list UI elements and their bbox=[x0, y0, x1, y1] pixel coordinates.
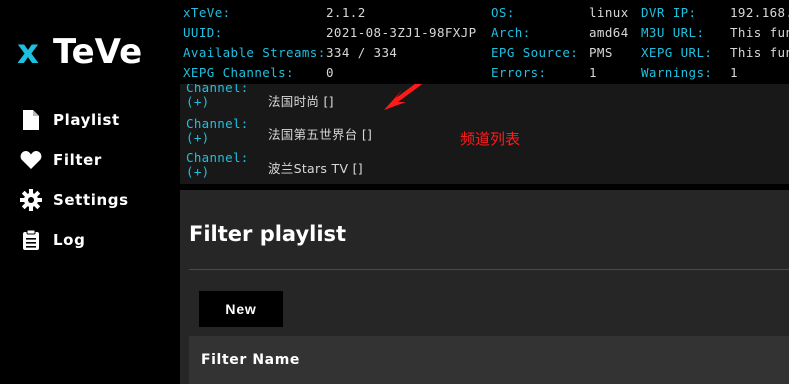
status-value: 2.1.2 bbox=[326, 5, 366, 20]
heart-icon bbox=[20, 149, 42, 171]
status-value: 1 bbox=[589, 65, 597, 80]
column-header-filter-name[interactable]: Filter Name bbox=[201, 352, 300, 368]
status-value: 0 bbox=[326, 65, 334, 80]
status-panel: xTeVe: 2.1.2 UUID: 2021-08-3ZJ1-98FXJP A… bbox=[180, 0, 789, 84]
status-key: Warnings: bbox=[641, 65, 713, 80]
logo-text: TeVe bbox=[52, 32, 143, 72]
status-key: EPG Source: bbox=[491, 45, 579, 60]
status-key: Errors: bbox=[491, 65, 547, 80]
status-value: 192.168. bbox=[730, 5, 789, 20]
channel-list: Channel: (+) 法国时尚 [] Channel: (+) 法国第五世界… bbox=[180, 84, 789, 184]
status-value: This fun bbox=[730, 45, 789, 60]
status-key: XEPG URL: bbox=[641, 45, 713, 60]
status-value: PMS bbox=[589, 45, 613, 60]
status-key: UUID: bbox=[183, 25, 223, 40]
logo-x: x bbox=[17, 32, 39, 72]
status-key: Available Streams: bbox=[183, 45, 326, 60]
channel-name: 波兰Stars TV [] bbox=[268, 161, 363, 176]
status-key: M3U URL: bbox=[641, 25, 705, 40]
status-value: 334 / 334 bbox=[326, 45, 398, 60]
status-key: xTeVe: bbox=[183, 5, 231, 20]
channel-add-link[interactable]: (+) bbox=[186, 94, 209, 109]
sidebar-item-label: Log bbox=[53, 231, 86, 249]
annotation-label: 频道列表 bbox=[460, 130, 521, 148]
gear-icon bbox=[20, 189, 42, 211]
divider bbox=[189, 269, 789, 270]
status-value: This fun bbox=[730, 25, 789, 40]
status-value: linux bbox=[589, 5, 629, 20]
sidebar-item-label: Filter bbox=[53, 151, 102, 169]
status-key: OS: bbox=[491, 5, 515, 20]
logo: x TeVe bbox=[17, 30, 142, 74]
channel-key-label: Channel: bbox=[186, 150, 249, 165]
sidebar: x TeVe Playlist Filter Settings Log bbox=[0, 0, 179, 384]
sidebar-item-label: Playlist bbox=[53, 111, 120, 129]
new-filter-button[interactable]: New bbox=[199, 291, 283, 327]
status-key: Arch: bbox=[491, 25, 531, 40]
clipboard-icon bbox=[20, 229, 42, 251]
sidebar-item-filter[interactable]: Filter bbox=[20, 147, 102, 173]
table-header: Filter Name bbox=[189, 336, 789, 384]
page-title: Filter playlist bbox=[189, 222, 347, 246]
status-value: 1 bbox=[730, 65, 738, 80]
channel-name: 法国第五世界台 [] bbox=[268, 127, 373, 142]
sidebar-item-label: Settings bbox=[53, 191, 129, 209]
annotation-arrow-icon bbox=[384, 84, 423, 110]
status-value: amd64 bbox=[589, 25, 629, 40]
status-key: DVR IP: bbox=[641, 5, 697, 20]
main-panel: Filter playlist New Filter Name bbox=[180, 190, 789, 384]
channel-key: Channel: (+) bbox=[186, 84, 249, 109]
channel-key: Channel: (+) bbox=[186, 151, 249, 179]
status-key: XEPG Channels: bbox=[183, 65, 294, 80]
channel-name: 法国时尚 [] bbox=[268, 94, 334, 109]
channel-key: Channel: (+) bbox=[186, 117, 249, 145]
channel-add-link[interactable]: (+) bbox=[186, 164, 209, 179]
file-icon bbox=[20, 109, 42, 131]
status-value: 2021-08-3ZJ1-98FXJP bbox=[326, 25, 477, 40]
channel-key-label: Channel: bbox=[186, 116, 249, 131]
sidebar-item-playlist[interactable]: Playlist bbox=[20, 107, 120, 133]
sidebar-item-log[interactable]: Log bbox=[20, 227, 85, 253]
channel-add-link[interactable]: (+) bbox=[186, 130, 209, 145]
sidebar-item-settings[interactable]: Settings bbox=[20, 187, 129, 213]
